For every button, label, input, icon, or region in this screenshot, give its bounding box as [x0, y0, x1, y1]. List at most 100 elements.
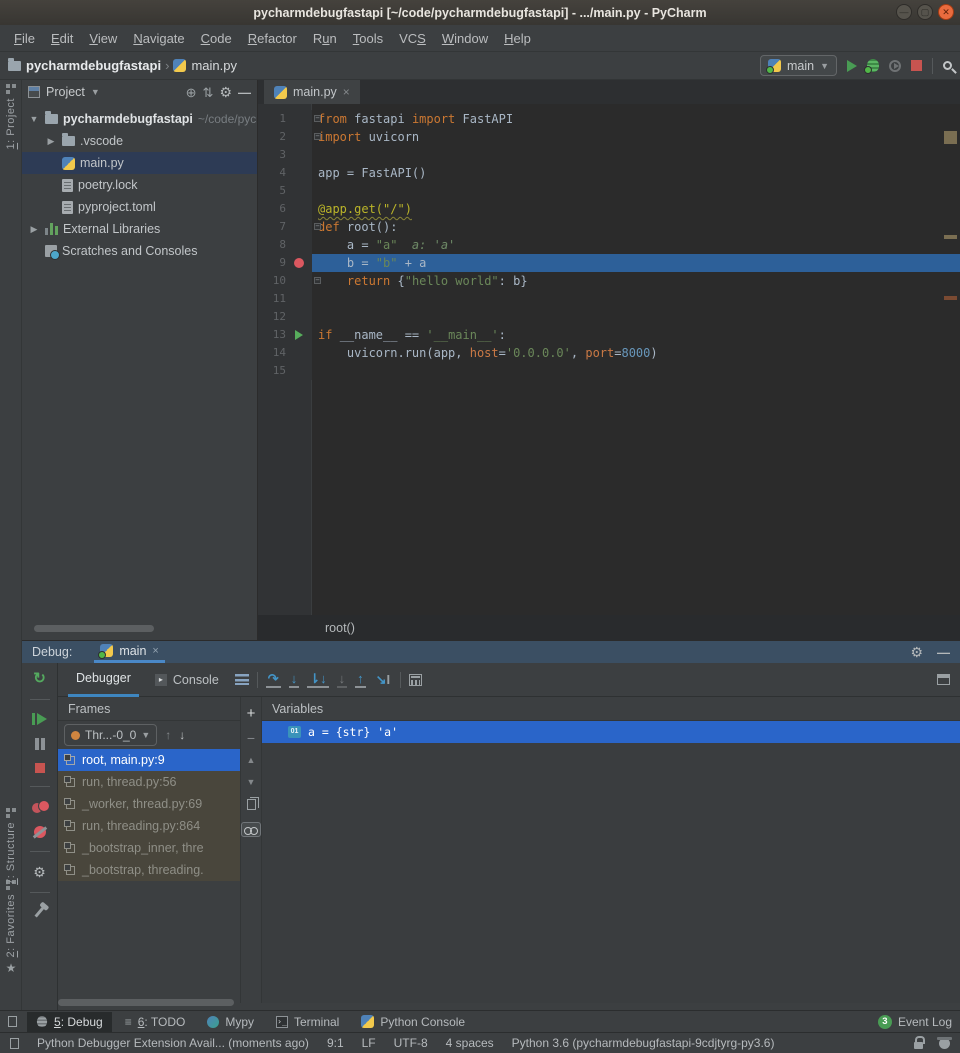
error-stripe-breakpoint-dash[interactable]	[944, 296, 957, 300]
frame-row[interactable]: root, main.py:9	[58, 749, 240, 771]
error-stripe-warning-mark[interactable]	[944, 131, 957, 144]
tree-item-external-libraries[interactable]: ▶External Libraries	[22, 218, 257, 240]
threads-view-icon[interactable]	[235, 674, 249, 685]
stop-button[interactable]	[911, 60, 922, 71]
step-out-icon[interactable]: ↑	[355, 672, 366, 688]
debug-settings-icon[interactable]: ⚙	[33, 865, 46, 879]
indent-style[interactable]: 4 spaces	[446, 1036, 494, 1050]
chevron-right-icon[interactable]: ▶	[28, 224, 40, 235]
gutter-line-8[interactable]: 8	[258, 236, 312, 254]
gutter-line-5[interactable]: 5	[258, 182, 312, 200]
code-line[interactable]: 13if __name__ == '__main__':	[258, 326, 960, 344]
editor-breadcrumb-item[interactable]: root()	[325, 621, 355, 635]
code-line[interactable]: 7−def root():	[258, 218, 960, 236]
editor-tab-mainpy[interactable]: main.py ×	[264, 80, 360, 104]
evaluate-expression-icon[interactable]	[409, 674, 422, 686]
gutter-line-11[interactable]: 11	[258, 290, 312, 308]
menu-item-navigate[interactable]: Navigate	[125, 27, 192, 50]
run-gutter-icon[interactable]	[295, 330, 303, 340]
tree-item-scratches-and-consoles[interactable]: Scratches and Consoles	[22, 240, 257, 262]
toolwindow-button-6-todo[interactable]: ≡6: TODO	[116, 1012, 195, 1032]
toolwindow-button-terminal[interactable]: ›_Terminal	[267, 1012, 348, 1032]
gutter-line-1[interactable]: 1−	[258, 110, 312, 128]
gutter-line-7[interactable]: 7−	[258, 218, 312, 236]
python-interpreter[interactable]: Python 3.6 (pycharmdebugfastapi-9cdjtyrg…	[512, 1036, 775, 1050]
tool-window-switcher-icon[interactable]	[8, 1016, 17, 1027]
next-frame-icon[interactable]: ↓	[179, 728, 185, 742]
stop-icon[interactable]	[35, 763, 45, 773]
fold-icon[interactable]: −	[314, 133, 321, 140]
code-line[interactable]: 1−from fastapi import FastAPI	[258, 110, 960, 128]
frame-row[interactable]: _worker, thread.py:69	[58, 793, 240, 815]
horizontal-scrollbar[interactable]	[58, 999, 234, 1006]
thread-dropdown[interactable]: Thr...-0_0 ▼	[64, 724, 157, 746]
run-button[interactable]	[847, 60, 857, 72]
mute-breakpoints-icon[interactable]	[34, 826, 46, 838]
tree-item-pyproject-toml[interactable]: pyproject.toml	[22, 196, 257, 218]
duplicate-watch-icon[interactable]	[247, 799, 256, 810]
step-into-my-code-icon[interactable]: ⇂↓	[307, 672, 328, 688]
hide-panel-icon[interactable]: —	[937, 645, 950, 660]
fold-icon[interactable]: −	[314, 115, 321, 122]
code-line[interactable]: 15	[258, 362, 960, 380]
breakpoint-icon[interactable]	[294, 258, 304, 268]
code-line[interactable]: 5	[258, 182, 960, 200]
code-line[interactable]: 14 uvicorn.run(app, host='0.0.0.0', port…	[258, 344, 960, 362]
menu-item-file[interactable]: File	[6, 27, 43, 50]
gutter-line-6[interactable]: 6	[258, 200, 312, 218]
coverage-button[interactable]	[889, 60, 901, 72]
gutter-line-3[interactable]: 3	[258, 146, 312, 164]
show-watches-icon[interactable]	[241, 822, 261, 837]
resume-icon[interactable]	[32, 713, 47, 725]
tool-window-toggle-icon[interactable]	[10, 1038, 19, 1049]
fold-icon[interactable]: −	[314, 277, 321, 284]
frame-row[interactable]: _bootstrap_inner, thre	[58, 837, 240, 859]
variable-row[interactable]: 01a = {str} 'a'	[262, 721, 960, 743]
gutter-line-9[interactable]: 9	[258, 254, 312, 272]
menu-item-tools[interactable]: Tools	[345, 27, 391, 50]
pause-icon[interactable]	[35, 738, 45, 750]
project-title[interactable]: Project	[46, 85, 85, 99]
tree-item--vscode[interactable]: ▶.vscode	[22, 130, 257, 152]
close-button[interactable]: ✕	[938, 4, 954, 20]
gutter-line-14[interactable]: 14	[258, 344, 312, 362]
tree-item-poetry-lock[interactable]: poetry.lock	[22, 174, 257, 196]
stripe-favorites-button[interactable]: 2: Favorites ★	[0, 880, 22, 975]
gutter-line-2[interactable]: 2−	[258, 128, 312, 146]
step-over-icon[interactable]: ↷	[266, 672, 281, 688]
horizontal-scrollbar[interactable]	[34, 625, 154, 632]
code-line[interactable]: 10− return {"hello world": b}	[258, 272, 960, 290]
frame-row[interactable]: run, threading.py:864	[58, 815, 240, 837]
rerun-icon[interactable]: ↻	[33, 671, 46, 686]
fold-icon[interactable]: −	[314, 223, 321, 230]
add-watch-icon[interactable]: +	[247, 707, 256, 721]
chevron-down-icon[interactable]: ▼	[91, 87, 100, 97]
lock-icon[interactable]	[914, 1042, 923, 1049]
toolwindow-button-5-debug[interactable]: 5: Debug	[27, 1012, 112, 1032]
breadcrumb-item[interactable]: main.py	[173, 58, 237, 73]
tab-debugger[interactable]: Debugger	[68, 663, 139, 697]
debug-button[interactable]	[867, 59, 879, 72]
collapse-all-icon[interactable]: ⇅	[203, 86, 214, 99]
menu-item-window[interactable]: Window	[434, 27, 496, 50]
restore-layout-icon[interactable]	[937, 674, 950, 685]
code-line[interactable]: 3	[258, 146, 960, 164]
menu-item-vcs[interactable]: VCS	[391, 27, 434, 50]
frame-row[interactable]: run, thread.py:56	[58, 771, 240, 793]
stripe-project-button[interactable]: 1: Project	[0, 84, 22, 149]
previous-frame-icon[interactable]: ↑	[165, 728, 171, 742]
minimize-button[interactable]: —	[896, 4, 912, 20]
run-to-cursor-icon[interactable]: ↘I	[374, 673, 393, 687]
file-encoding[interactable]: UTF-8	[394, 1036, 428, 1050]
gutter-line-13[interactable]: 13	[258, 326, 312, 344]
code-line[interactable]: 2−import uvicorn	[258, 128, 960, 146]
gear-icon[interactable]: ⚙	[910, 645, 923, 659]
code-line[interactable]: 9 b = "b" + a	[258, 254, 960, 272]
inspections-profile-icon[interactable]	[939, 1038, 950, 1049]
line-separator[interactable]: LF	[362, 1036, 376, 1050]
gutter-line-10[interactable]: 10−	[258, 272, 312, 290]
close-icon[interactable]: ×	[152, 645, 158, 657]
code-line[interactable]: 4app = FastAPI()	[258, 164, 960, 182]
event-log-button[interactable]: 3 Event Log	[878, 1015, 952, 1029]
locate-icon[interactable]: ⊕	[186, 86, 197, 99]
